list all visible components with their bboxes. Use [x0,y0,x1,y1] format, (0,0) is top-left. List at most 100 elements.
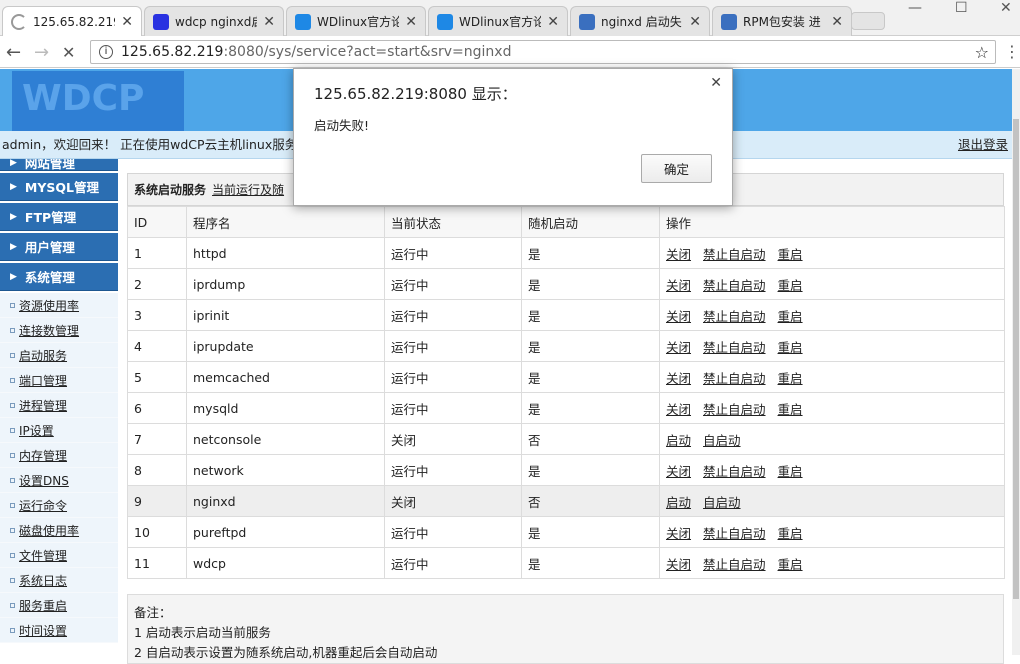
action-link[interactable]: 关闭 [666,309,691,324]
minimize-icon[interactable]: — [908,0,922,16]
action-link[interactable]: 禁止自启动 [703,309,766,324]
action-link[interactable]: 禁止自启动 [703,402,766,417]
bullet-icon [10,602,15,608]
dialog-ok-button[interactable]: 确定 [641,154,712,183]
cell-name: httpd [186,237,385,269]
action-link[interactable]: 禁止自启动 [703,371,766,386]
page-scrollbar[interactable] [1012,69,1020,655]
sidebar-item[interactable]: 时间设置 [0,618,118,643]
action-link[interactable]: 启动 [666,433,691,448]
cell-auto: 是 [521,361,660,393]
action-link[interactable]: 禁止自启动 [703,557,766,572]
url-input[interactable]: i 125.65.82.219 :8080/sys/service?act=st… [90,40,996,64]
scrollbar-thumb[interactable] [1013,119,1019,599]
sidebar-item[interactable]: 文件管理 [0,543,118,568]
browser-tab[interactable]: RPM包安装 进 ✕ [712,6,852,36]
sidebar-item[interactable]: 设置DNS [0,468,118,493]
action-link[interactable]: 重启 [778,309,803,324]
forward-icon[interactable]: → [34,42,49,63]
action-link[interactable]: 禁止自启动 [703,464,766,479]
menu-icon[interactable]: ⋮ [1004,42,1020,61]
bullet-icon [10,352,15,358]
action-link[interactable]: 重启 [778,464,803,479]
sidebar-menu[interactable]: ▶ 用户管理 [0,233,118,261]
bookmark-star-icon[interactable]: ☆ [975,43,989,62]
sidebar-item[interactable]: 磁盘使用率 [0,518,118,543]
action-link[interactable]: 自启动 [703,433,741,448]
action-link[interactable]: 关闭 [666,278,691,293]
action-link[interactable]: 重启 [778,247,803,262]
info-icon[interactable]: i [99,45,113,59]
note-line: 2 自启动表示设置为随系统启动,机器重起后会自动启动 [134,645,438,660]
panel-title-link[interactable]: 当前运行及随 [212,181,284,198]
browser-tab[interactable]: WDlinux官方论 ✕ [286,6,426,36]
action-link[interactable]: 关闭 [666,526,691,541]
sidebar-menu[interactable]: ▶ 系统管理 [0,263,118,291]
browser-tab[interactable]: WDlinux官方论 ✕ [428,6,568,36]
action-link[interactable]: 禁止自启动 [703,340,766,355]
action-link[interactable]: 重启 [778,557,803,572]
action-link[interactable]: 关闭 [666,557,691,572]
action-link[interactable]: 禁止自启动 [703,526,766,541]
action-link[interactable]: 关闭 [666,464,691,479]
action-link[interactable]: 禁止自启动 [703,278,766,293]
sidebar-item[interactable]: 内存管理 [0,443,118,468]
sidebar-item[interactable]: 进程管理 [0,393,118,418]
action-link[interactable]: 重启 [778,340,803,355]
action-link[interactable]: 重启 [778,371,803,386]
sidebar-item[interactable]: 资源使用率 [0,293,118,318]
sidebar-item[interactable]: 连接数管理 [0,318,118,343]
address-bar: ← → ✕ i 125.65.82.219 :8080/sys/service?… [0,36,1020,68]
sidebar-item[interactable]: 启动服务 [0,343,118,368]
service-table: ID 程序名 当前状态 随机启动 操作 1 httpd 运行中是关闭 禁止自启动 重启 2 iprd… [127,206,1005,579]
action-link[interactable]: 启动 [666,495,691,510]
action-link[interactable]: 重启 [778,278,803,293]
tab-close-icon[interactable]: ✕ [263,14,275,30]
action-link[interactable]: 关闭 [666,340,691,355]
triangle-right-icon: ▶ [10,271,17,282]
cell-status: 运行中 [384,516,522,548]
action-link[interactable]: 关闭 [666,247,691,262]
back-icon[interactable]: ← [6,42,21,63]
sidebar-menu[interactable]: ▶ MYSQL管理 [0,173,118,201]
action-link[interactable]: 关闭 [666,371,691,386]
browser-tab[interactable]: 125.65.82.219 ✕ [2,6,142,37]
triangle-right-icon: ▶ [10,159,17,168]
action-link[interactable]: 禁止自启动 [703,247,766,262]
table-row: 1 httpd 运行中是关闭 禁止自启动 重启 [127,237,1005,269]
sidebar-item[interactable]: 服务重启 [0,593,118,618]
tab-close-icon[interactable]: ✕ [831,14,843,30]
cell-id: 5 [127,361,187,393]
browser-tab[interactable]: nginxd 启动失 ✕ [570,6,710,36]
action-link[interactable]: 关闭 [666,402,691,417]
action-link[interactable]: 自启动 [703,495,741,510]
tab-close-icon[interactable]: ✕ [547,14,559,30]
stop-loading-icon[interactable]: ✕ [62,43,75,62]
action-link[interactable]: 重启 [778,526,803,541]
sidebar-menu-label: 网站管理 [24,159,75,171]
dialog-close-icon[interactable]: ✕ [710,75,722,91]
system-submenu: 资源使用率 连接数管理 启动服务 端口管理 进程管理 IP设置 内存管理 设置DNS 运行命令磁… [0,293,118,643]
sidebar-menu[interactable]: ▶ 网站管理 [0,159,118,171]
logout-link[interactable]: 退出登录 [958,131,1008,159]
cell-actions: 关闭 禁止自启动 重启 [659,392,1005,424]
action-link[interactable]: 重启 [778,402,803,417]
sidebar-item[interactable]: IP设置 [0,418,118,443]
cell-auto: 否 [521,485,660,517]
tab-close-icon[interactable]: ✕ [405,14,417,30]
sidebar-item[interactable]: 运行命令 [0,493,118,518]
tab-close-icon[interactable]: ✕ [689,14,701,30]
tab-close-icon[interactable]: ✕ [121,14,133,30]
bullet-icon [10,402,15,408]
cell-status: 运行中 [384,361,522,393]
cell-id: 1 [127,237,187,269]
new-tab-button[interactable] [851,12,885,30]
browser-tab[interactable]: wdcp nginxd启 ✕ [144,6,284,36]
close-window-icon[interactable]: ✕ [1000,0,1012,16]
sidebar-item[interactable]: 系统日志 [0,568,118,593]
cell-id: 2 [127,268,187,300]
sidebar-menu[interactable]: ▶ FTP管理 [0,203,118,231]
sidebar-item[interactable]: 端口管理 [0,368,118,393]
cell-auto: 是 [521,454,660,486]
maximize-icon[interactable]: ☐ [955,0,968,16]
